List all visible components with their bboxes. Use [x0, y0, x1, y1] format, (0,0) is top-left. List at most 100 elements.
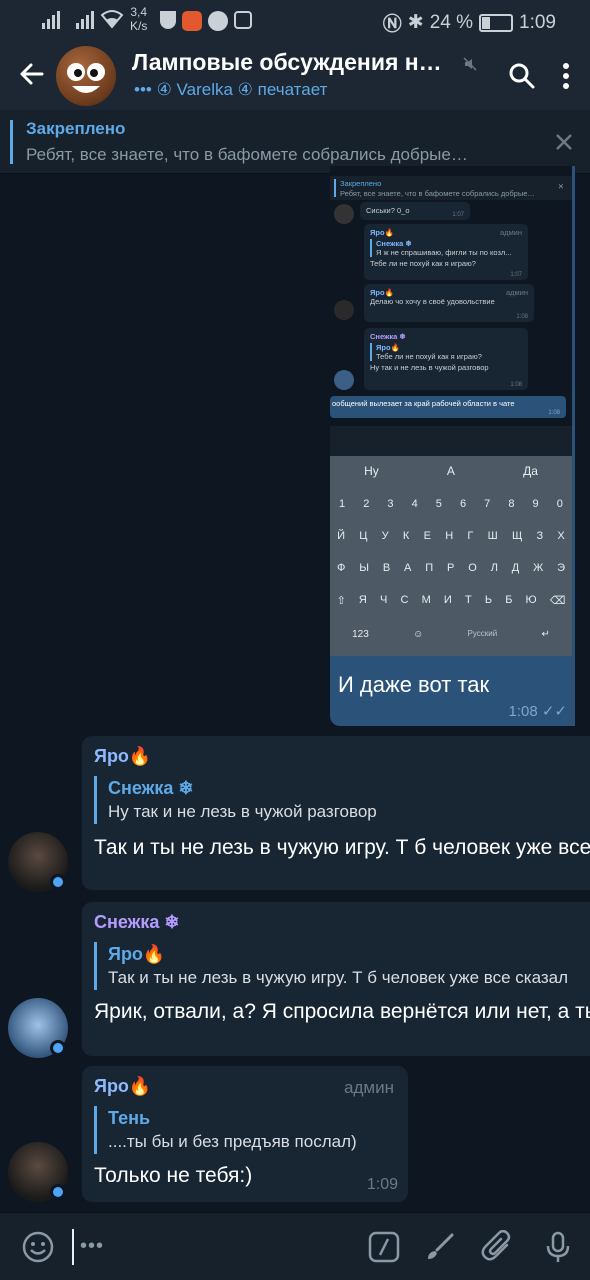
shot-kb-key: 2 — [363, 498, 370, 510]
sender-name[interactable]: Яро🔥 — [94, 746, 151, 767]
message-input[interactable]: ••• — [80, 1235, 104, 1258]
chat-avatar[interactable] — [56, 46, 116, 106]
arrow-left-icon — [20, 63, 44, 85]
shot-msg-time: 1:07 — [510, 272, 522, 278]
pinned-label: Закреплено — [26, 119, 126, 138]
shot-kb-suggestion: Ну — [364, 464, 379, 478]
shot-kb-key: В — [382, 562, 391, 574]
voice-button[interactable] — [538, 1227, 578, 1267]
sender-name[interactable]: Снежка ❄ — [94, 912, 180, 933]
shot-kb-key: 0 — [556, 498, 563, 510]
chat-title[interactable]: Ламповые обсуждения н… — [132, 49, 442, 76]
more-vertical-icon — [563, 63, 569, 89]
shot-kb-key: Э — [557, 562, 566, 574]
emoji-button[interactable] — [18, 1227, 58, 1267]
status-time: 1:09 — [519, 11, 556, 33]
typing-icon: ••• — [134, 80, 152, 99]
shot-kb-key: Щ — [511, 530, 523, 542]
sticker-button[interactable] — [420, 1227, 460, 1267]
back-button[interactable] — [14, 56, 50, 92]
bluetooth-icon: ✱ — [407, 12, 424, 33]
paperclip-icon — [481, 1230, 511, 1261]
shot-kb-key: С — [400, 594, 409, 606]
screenshot-image[interactable]: Закреплено Ребят, все знаете, что в бафо… — [330, 166, 572, 656]
shot-kb-key: Б — [505, 594, 513, 606]
shot-kb-key: Е — [423, 530, 431, 542]
message-bubble[interactable]: Яро🔥 админ Тень ....ты бы и без предъяв … — [82, 1066, 408, 1202]
notification-icons — [160, 11, 252, 31]
shot-kb-num: 123 — [352, 629, 369, 640]
shot-kb-suggestion: А — [446, 464, 455, 478]
message-input-bar: ••• — [0, 1212, 590, 1280]
text-cursor — [72, 1229, 74, 1265]
outgoing-text: И даже вот так — [338, 672, 490, 697]
status-bar: 3,4 K/s Ⓝ ✱ 24 % 1:09 — [0, 0, 590, 42]
shot-msg-name: Снежка ❄ — [370, 332, 406, 341]
reply-quote[interactable]: Тень ....ты бы и без предъяв послал) — [94, 1106, 384, 1154]
shot-msg-time: 1:07 — [452, 212, 464, 218]
pinned-text: Ребят, все знаете, что в бафомете собрал… — [26, 145, 468, 164]
shot-kb-key: У — [381, 530, 389, 542]
shot-kb-key: А — [404, 562, 412, 574]
signal-2-icon — [76, 11, 98, 33]
shot-kb-key: Ф — [336, 562, 346, 574]
search-button[interactable] — [502, 56, 542, 96]
typing-status: ④ Varelka ④ печатает — [156, 80, 328, 99]
shot-avatar — [334, 204, 354, 224]
brush-icon — [428, 1233, 454, 1259]
shot-kb-enter-icon: ↵ — [541, 629, 550, 640]
network-speed: 3,4 K/s — [130, 5, 147, 33]
shot-kb-key: 9 — [532, 498, 539, 510]
shot-kb-row: ⇧ Я Ч С М И Т Ь Б Ю ⌫ — [330, 594, 572, 607]
message-bubble[interactable]: Яро🔥 Снежка ❄ Ну так и не лезь в чужой р… — [82, 736, 590, 890]
outgoing-time: 1:08 ✓✓ — [508, 702, 567, 720]
shot-msg-text: Делаю чо хочу в своё удовольствие — [370, 297, 495, 306]
menu-button[interactable] — [548, 56, 584, 96]
shot-kb-bottom: 123 ☺ Русский ↵ — [330, 629, 572, 640]
shot-kb-key: Р — [447, 562, 455, 574]
chat-header: Ламповые обсуждения н… ••• ④ Varelka ④ п… — [0, 42, 590, 110]
shot-kb-key: Ш — [487, 530, 498, 542]
shot-msg: Яро🔥 админ Делаю чо хочу в своё удовольс… — [364, 284, 534, 322]
shot-kb-emoji-icon: ☺ — [413, 629, 424, 640]
pinned-message[interactable]: Закреплено Ребят, все знаете, что в бафо… — [0, 110, 590, 174]
online-indicator — [50, 1184, 66, 1200]
shot-kb-key: Л — [490, 562, 498, 574]
shot-kb-key: ⌫ — [549, 595, 566, 607]
reply-quote[interactable]: Яро🔥 Так и ты не лезь в чужую игру. Т б … — [94, 942, 590, 990]
poop-emoji-icon — [67, 63, 105, 93]
shot-kb-key: 5 — [435, 498, 442, 510]
commands-button[interactable] — [364, 1227, 404, 1267]
battery-percent: 24 % — [429, 11, 474, 33]
shot-kb-key: Ю — [525, 594, 537, 606]
reply-quote[interactable]: Снежка ❄ Ну так и не лезь в чужой разгов… — [94, 776, 590, 824]
shot-kb-key: Я — [358, 594, 367, 606]
shot-pinned: Закреплено Ребят, все знаете, что в бафо… — [330, 176, 572, 200]
attach-button[interactable] — [478, 1227, 518, 1267]
shot-quote-text: Я ж не спрашиваю, фигли ты по козл... — [376, 248, 512, 257]
shot-kb-key: ⇧ — [336, 595, 346, 607]
outgoing-message[interactable]: Закреплено Ребят, все знаете, что в бафо… — [330, 166, 575, 726]
battery-icon — [479, 13, 514, 32]
shot-kb-key: 6 — [459, 498, 467, 510]
sender-name[interactable]: Яро🔥 — [94, 1076, 151, 1097]
shot-pinned-label: Закреплено — [340, 179, 382, 188]
pinned-close-button[interactable] — [544, 122, 584, 162]
shot-kb-key: Ь — [484, 594, 493, 606]
shot-pinned-text: Ребят, все знаете, что в бафомете собрал… — [340, 189, 535, 198]
shot-kb-row: 1 2 3 4 5 6 7 8 9 0 — [330, 498, 572, 510]
shot-msg-time: 1:08 — [510, 382, 522, 388]
message-time: 1:09 — [366, 1176, 398, 1193]
shot-kb-key: Т — [464, 594, 472, 606]
network-speed-value: 3,4 — [130, 5, 148, 19]
shot-quote: Снежка ❄ Я ж не спрашиваю, фигли ты по ко… — [370, 239, 522, 257]
shot-msg-text: Ну так и не лезь в чужой разговор — [370, 363, 489, 372]
shot-kb-key: Ж — [533, 562, 544, 574]
shot-kb-key: Д — [511, 562, 520, 574]
chat-status: ••• ④ Varelka ④ печатает — [134, 80, 327, 100]
signal-icon — [42, 11, 64, 33]
shot-msg-text: Сиськи? 0_о — [366, 206, 410, 215]
shot-msg: Яро🔥 админ Снежка ❄ Я ж не спрашиваю, фиг… — [364, 224, 528, 280]
message-bubble[interactable]: Снежка ❄ Яро🔥 Так и ты не лезь в чужую и… — [82, 902, 590, 1056]
shot-quote-name: Снежка ❄ — [376, 239, 412, 248]
